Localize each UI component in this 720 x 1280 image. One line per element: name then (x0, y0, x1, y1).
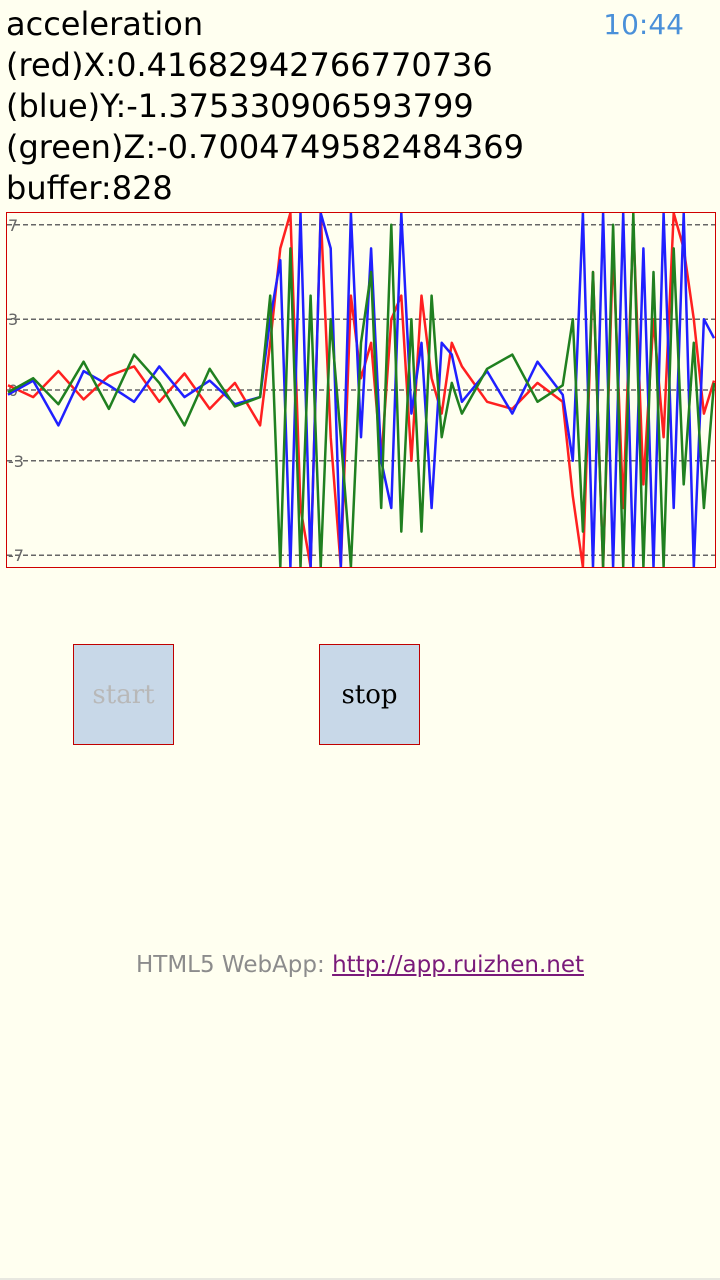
chart-canvas: 730-3-7 (7, 213, 715, 567)
footer: HTML5 WebApp: http://app.ruizhen.net (0, 952, 720, 978)
acceleration-chart: 7 3 0 -3 -7 (6, 212, 716, 568)
status-time: 10:44 (603, 8, 684, 41)
footer-prefix: HTML5 WebApp: (135, 952, 333, 978)
chart-tick-label: 3 (8, 310, 18, 329)
chart-tick-label: -3 (8, 452, 24, 471)
readout-x: (red)X:0.41682942766770736 (6, 46, 493, 84)
readouts: acceleration (red)X:0.41682942766770736 … (6, 4, 524, 209)
footer-link[interactable]: http://app.ruizhen.net (332, 952, 584, 978)
readout-y: (blue)Y:-1.375330906593799 (6, 87, 474, 125)
readout-title: acceleration (6, 5, 204, 43)
stop-button[interactable]: stop (319, 644, 420, 745)
readout-z: (green)Z:-0.7004749582484369 (6, 128, 524, 166)
chart-tick-label: -7 (8, 546, 24, 565)
readout-buffer: buffer:828 (6, 169, 173, 207)
chart-tick-label: 7 (8, 216, 18, 235)
start-button[interactable]: start (73, 644, 174, 745)
